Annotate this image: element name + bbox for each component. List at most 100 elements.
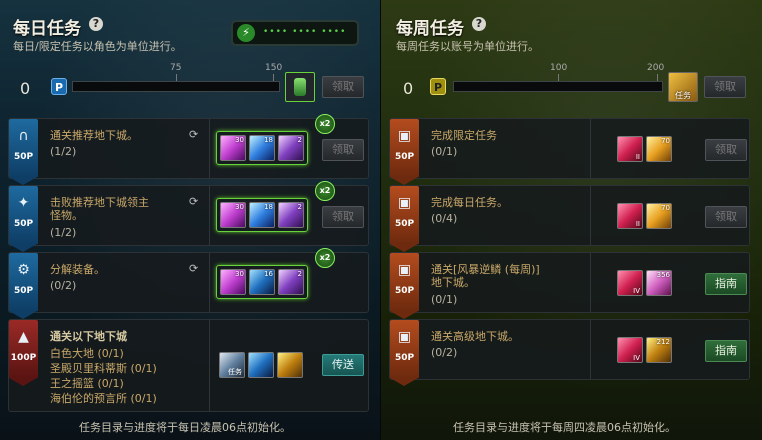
sub-dungeon: 圣殿贝里科蒂斯 (0/1) bbox=[50, 362, 157, 375]
item-count: 30 bbox=[235, 203, 244, 211]
task-points: 50P bbox=[394, 152, 415, 162]
item-count: 2 bbox=[297, 203, 302, 211]
task-points: 50P bbox=[13, 219, 34, 229]
blue-crystal-icon[interactable]: 18 bbox=[249, 135, 275, 161]
task-name: 分解装备。 bbox=[50, 263, 105, 276]
daily-task-row: ⚙ 50P 分解装备。 (0/2) ⟳ 30 16 2 x2 bbox=[8, 248, 369, 319]
weekly-point-icon: P bbox=[430, 78, 446, 95]
claim-button[interactable]: 领取 bbox=[705, 139, 747, 161]
weekly-progress-bar bbox=[453, 81, 663, 92]
pink-gem-icon[interactable]: 30 bbox=[220, 269, 246, 295]
lightning-icon: ⚡ bbox=[237, 24, 255, 42]
weekly-subtitle: 每周任务以账号为单位进行。 bbox=[396, 40, 539, 53]
refresh-icon[interactable]: ⟳ bbox=[189, 195, 198, 208]
guide-button[interactable]: 指南 bbox=[705, 340, 747, 362]
reward-items: IV 356 bbox=[617, 270, 672, 296]
task-points-ribbon: ▣ 50P bbox=[390, 186, 419, 252]
item-count: 70 bbox=[661, 137, 670, 145]
gold-box-icon[interactable] bbox=[277, 352, 303, 378]
sub-dungeon: 王之摇篮 (0/1) bbox=[50, 377, 124, 390]
reward-items: 30 16 2 bbox=[216, 265, 308, 299]
task-name: 通关以下地下城 bbox=[50, 330, 127, 343]
red-crystal-icon[interactable]: II bbox=[617, 203, 643, 229]
task-points: 50P bbox=[394, 353, 415, 363]
task-points: 50P bbox=[394, 219, 415, 229]
claim-button[interactable]: 领取 bbox=[322, 139, 364, 161]
task-name: 完成限定任务 bbox=[431, 129, 497, 142]
weekly-help-icon[interactable]: ? bbox=[472, 17, 486, 31]
daily-claim-button[interactable]: 领取 bbox=[322, 76, 364, 98]
item-count: 70 bbox=[661, 204, 670, 212]
task-progress: (1/2) bbox=[50, 226, 77, 239]
item-count: 356 bbox=[656, 271, 670, 279]
calendar-check-icon: ▣ bbox=[397, 329, 412, 345]
weekly-reward-chest-icon[interactable]: 任务 bbox=[668, 72, 698, 102]
pink-gem-icon[interactable]: 30 bbox=[220, 202, 246, 228]
daily-tick-2: 150 bbox=[265, 63, 283, 73]
double-reward-badge: x2 bbox=[315, 248, 335, 268]
reward-items: 任务 bbox=[219, 352, 303, 378]
item-count: 18 bbox=[264, 136, 273, 144]
task-points: 50P bbox=[13, 286, 34, 296]
daily-point-icon: P bbox=[51, 78, 67, 95]
gold-crystal-icon[interactable]: 70 bbox=[646, 136, 672, 162]
purple-orb-icon[interactable]: 2 bbox=[278, 202, 304, 228]
daily-subtitle: 每日/限定任务以角色为单位进行。 bbox=[13, 40, 182, 53]
sub-dungeon: 白色大地 (0/1) bbox=[50, 347, 124, 360]
task-progress: (0/1) bbox=[431, 145, 458, 158]
task-points-ribbon: ▲ 100P bbox=[9, 320, 38, 386]
item-count: 30 bbox=[235, 136, 244, 144]
sword-icon: ✦ bbox=[17, 195, 30, 211]
weekly-claim-button[interactable]: 领取 bbox=[704, 76, 746, 98]
mission-chest-icon[interactable]: 任务 bbox=[219, 352, 245, 378]
daily-reward-potion-icon[interactable] bbox=[285, 72, 315, 102]
claim-button[interactable]: 领取 bbox=[322, 206, 364, 228]
gear-icon: ⚙ bbox=[17, 262, 30, 278]
row-divider bbox=[590, 119, 591, 178]
task-progress: (0/4) bbox=[431, 212, 458, 225]
energy-dots: •••• •••• •••• bbox=[263, 27, 347, 37]
blue-crystal-icon[interactable]: 16 bbox=[249, 269, 275, 295]
purple-orb-icon[interactable]: 2 bbox=[278, 135, 304, 161]
daily-missions-panel: 每日任务 ? 每日/限定任务以角色为单位进行。 ⚡ •••• •••• ••••… bbox=[0, 0, 381, 440]
sparkle-box-icon[interactable]: 212 bbox=[646, 337, 672, 363]
refresh-icon[interactable]: ⟳ bbox=[189, 262, 198, 275]
task-points-ribbon: ∩ 50P bbox=[9, 119, 38, 185]
row-divider bbox=[590, 320, 591, 379]
item-grade: II bbox=[635, 153, 640, 161]
task-points: 50P bbox=[394, 286, 415, 296]
item-count: 18 bbox=[264, 203, 273, 211]
weekly-tick-2: 200 bbox=[647, 63, 665, 73]
claim-button[interactable]: 领取 bbox=[705, 206, 747, 228]
task-points: 50P bbox=[13, 152, 34, 162]
calendar-check-icon: ▣ bbox=[397, 195, 412, 211]
daily-help-icon[interactable]: ? bbox=[89, 17, 103, 31]
weekly-title: 每周任务 bbox=[396, 19, 464, 39]
blue-crystal-icon[interactable] bbox=[248, 352, 274, 378]
calendar-check-icon: ▣ bbox=[397, 128, 412, 144]
red-crystal-icon[interactable]: IV bbox=[617, 337, 643, 363]
gold-crystal-icon[interactable]: 70 bbox=[646, 203, 672, 229]
refresh-icon[interactable]: ⟳ bbox=[189, 128, 198, 141]
weekly-missions-panel: 每周任务 ? 每周任务以账号为单位进行。 0 P 100 200 任务 领取 ▣… bbox=[381, 0, 762, 440]
row-divider bbox=[590, 253, 591, 312]
blue-crystal-icon[interactable]: 18 bbox=[249, 202, 275, 228]
calendar-check-icon: ▣ bbox=[397, 262, 412, 278]
red-crystal-icon[interactable]: IV bbox=[617, 270, 643, 296]
purple-orb-icon[interactable]: 2 bbox=[278, 269, 304, 295]
weekly-points: 0 bbox=[403, 79, 414, 98]
task-points: 100P bbox=[10, 353, 37, 363]
row-divider bbox=[590, 186, 591, 245]
task-progress: (0/2) bbox=[431, 346, 458, 359]
row-divider bbox=[209, 119, 210, 178]
pink-gem-icon[interactable]: 30 bbox=[220, 135, 246, 161]
red-crystal-icon[interactable]: II bbox=[617, 136, 643, 162]
daily-points: 0 bbox=[20, 79, 31, 98]
task-name: 完成每日任务。 bbox=[431, 196, 508, 209]
guide-button[interactable]: 指南 bbox=[705, 273, 747, 295]
item-count: 16 bbox=[264, 270, 273, 278]
pink-gem-icon[interactable]: 356 bbox=[646, 270, 672, 296]
task-name: 通关高级地下城。 bbox=[431, 330, 519, 343]
teleport-button[interactable]: 传送 bbox=[322, 354, 364, 376]
task-progress: (1/2) bbox=[50, 145, 77, 158]
